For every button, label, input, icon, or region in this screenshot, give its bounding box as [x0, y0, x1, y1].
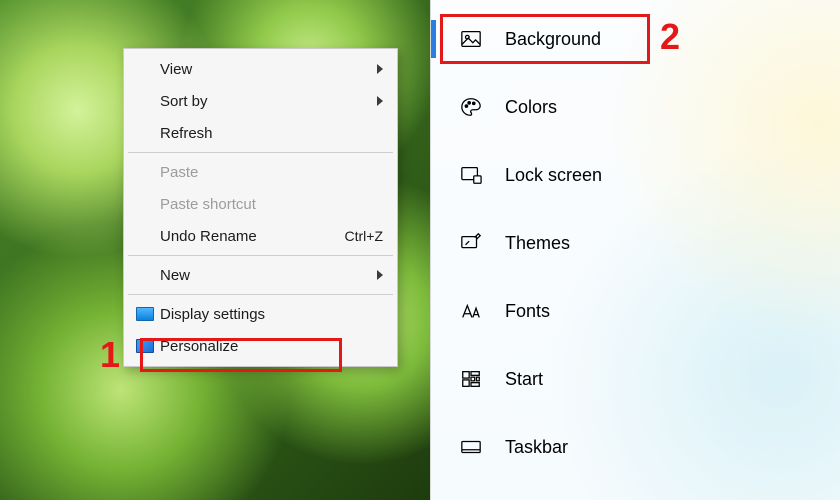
menu-label: New	[160, 267, 377, 284]
picture-icon	[459, 27, 483, 51]
themes-icon	[459, 231, 483, 255]
menu-shortcut: Ctrl+Z	[345, 228, 384, 244]
menu-label: Sort by	[160, 93, 377, 110]
menu-label: View	[160, 61, 377, 78]
context-menu-item-view[interactable]: View	[126, 53, 395, 85]
chevron-right-icon	[377, 96, 383, 106]
menu-label: Personalize	[160, 338, 383, 355]
sidebar-item-background[interactable]: Background	[431, 14, 840, 64]
menu-label: Undo Rename	[160, 228, 345, 245]
context-menu-item-sort-by[interactable]: Sort by	[126, 85, 395, 117]
taskbar-icon	[459, 435, 483, 459]
menu-separator	[128, 255, 393, 256]
context-menu-item-paste: Paste	[126, 156, 395, 188]
sidebar-item-label: Background	[505, 29, 601, 50]
sidebar-item-colors[interactable]: Colors	[431, 82, 840, 132]
chevron-right-icon	[377, 270, 383, 280]
fonts-icon	[459, 299, 483, 323]
personalize-icon	[136, 339, 154, 353]
desktop-context-menu: View Sort by Refresh Paste Paste shortcu…	[123, 48, 398, 367]
sidebar-item-label: Start	[505, 369, 543, 390]
context-menu-item-refresh[interactable]: Refresh	[126, 117, 395, 149]
sidebar-item-label: Taskbar	[505, 437, 568, 458]
annotation-number-1: 1	[100, 334, 120, 376]
context-menu-item-paste-shortcut: Paste shortcut	[126, 188, 395, 220]
sidebar-item-themes[interactable]: Themes	[431, 218, 840, 268]
sidebar-item-lock-screen[interactable]: Lock screen	[431, 150, 840, 200]
menu-separator	[128, 152, 393, 153]
menu-label: Refresh	[160, 125, 383, 142]
sidebar-item-fonts[interactable]: Fonts	[431, 286, 840, 336]
context-menu-item-display-settings[interactable]: Display settings	[126, 298, 395, 330]
lock-screen-icon	[459, 163, 483, 187]
chevron-right-icon	[377, 64, 383, 74]
sidebar-item-start[interactable]: Start	[431, 354, 840, 404]
menu-separator	[128, 294, 393, 295]
menu-label: Display settings	[160, 306, 383, 323]
palette-icon	[459, 95, 483, 119]
sidebar-item-label: Fonts	[505, 301, 550, 322]
sidebar-item-label: Lock screen	[505, 165, 602, 186]
sidebar-item-label: Themes	[505, 233, 570, 254]
context-menu-item-undo-rename[interactable]: Undo Rename Ctrl+Z	[126, 220, 395, 252]
sidebar-item-taskbar[interactable]: Taskbar	[431, 422, 840, 472]
context-menu-item-new[interactable]: New	[126, 259, 395, 291]
start-grid-icon	[459, 367, 483, 391]
menu-label: Paste	[160, 164, 383, 181]
monitor-icon	[136, 307, 154, 321]
personalization-settings-sidebar: Background Colors Lock screen Themes Fon…	[430, 0, 840, 500]
sidebar-item-label: Colors	[505, 97, 557, 118]
menu-label: Paste shortcut	[160, 196, 383, 213]
annotation-number-2: 2	[660, 16, 680, 58]
desktop-wallpaper[interactable]: View Sort by Refresh Paste Paste shortcu…	[0, 0, 430, 500]
context-menu-item-personalize[interactable]: Personalize	[126, 330, 395, 362]
